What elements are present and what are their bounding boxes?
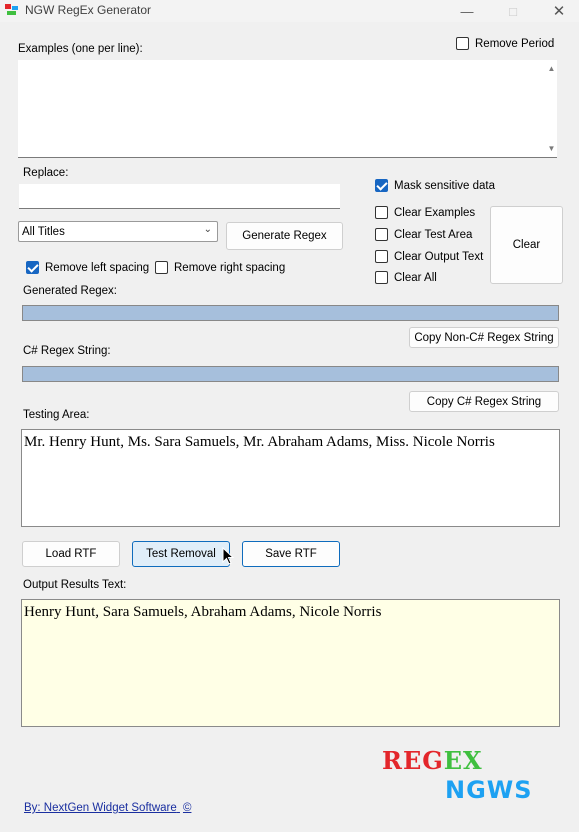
clear-button[interactable]: Clear (490, 206, 563, 284)
copy-non-csharp-regex-button[interactable]: Copy Non-C# Regex String (409, 327, 559, 348)
remove-left-spacing-box[interactable] (26, 261, 39, 274)
mask-sensitive-box[interactable] (375, 179, 388, 192)
load-rtf-button[interactable]: Load RTF (22, 541, 120, 567)
clear-all-box[interactable] (375, 271, 388, 284)
generated-regex-label: Generated Regex: (23, 285, 117, 297)
maximize-icon[interactable]: □ (490, 0, 536, 22)
examples-label: Examples (one per line): (18, 43, 143, 55)
logo-reg-text: REG (382, 746, 444, 775)
output-results-textbox[interactable]: Henry Hunt, Sara Samuels, Abraham Adams,… (21, 599, 560, 727)
window-title: NGW RegEx Generator (25, 3, 152, 17)
remove-period-checkbox[interactable]: Remove Period (456, 37, 554, 50)
remove-period-label: Remove Period (475, 37, 555, 50)
regex-logo: REGEX (382, 746, 483, 775)
ngws-logo: NGWS (445, 776, 533, 804)
output-results-label: Output Results Text: (23, 579, 127, 591)
clear-examples-label: Clear Examples (394, 206, 476, 219)
csharp-regex-label: C# Regex String: (23, 345, 111, 357)
scroll-up-icon[interactable]: ▲ (546, 64, 557, 73)
scroll-down-icon[interactable]: ▼ (546, 144, 557, 153)
clear-output-text-box[interactable] (375, 250, 388, 263)
mask-sensitive-checkbox[interactable]: Mask sensitive data (375, 179, 495, 192)
logo-ngws-text: NGWS (445, 776, 533, 804)
footer-link-text[interactable]: By: NextGen Widget Software (24, 802, 177, 814)
mouse-cursor-icon (222, 547, 234, 565)
replace-input[interactable] (19, 184, 340, 209)
app-icon (5, 4, 18, 15)
logo-ex-text: EX (443, 746, 483, 775)
titles-dropdown-value: All Titles (22, 225, 65, 238)
generate-regex-button[interactable]: Generate Regex (226, 222, 343, 250)
clear-all-label: Clear All (394, 271, 437, 284)
remove-period-box[interactable] (456, 37, 469, 50)
generated-regex-field[interactable] (22, 305, 559, 321)
testing-area-label: Testing Area: (23, 409, 90, 421)
mask-sensitive-label: Mask sensitive data (394, 179, 495, 192)
save-rtf-button[interactable]: Save RTF (242, 541, 340, 567)
close-icon[interactable]: ✕ (536, 0, 579, 22)
copy-csharp-regex-button[interactable]: Copy C# Regex String (409, 391, 559, 412)
clear-output-text-label: Clear Output Text (394, 250, 484, 263)
clear-test-area-label: Clear Test Area (394, 228, 473, 241)
titles-dropdown[interactable]: All Titles ⌄ (18, 221, 218, 242)
clear-all-checkbox[interactable]: Clear All (375, 271, 437, 284)
clear-output-text-checkbox[interactable]: Clear Output Text (375, 250, 483, 263)
minimize-icon[interactable]: — (444, 0, 490, 22)
replace-label: Replace: (23, 167, 69, 179)
chevron-down-icon[interactable]: ⌄ (204, 224, 212, 235)
clear-examples-checkbox[interactable]: Clear Examples (375, 206, 475, 219)
testing-area-textbox[interactable]: Mr. Henry Hunt, Ms. Sara Samuels, Mr. Ab… (21, 429, 560, 527)
footer-link[interactable]: By: NextGen Widget Software © (24, 802, 191, 814)
test-removal-button[interactable]: Test Removal (132, 541, 230, 567)
clear-examples-box[interactable] (375, 206, 388, 219)
clear-test-area-box[interactable] (375, 228, 388, 241)
remove-right-spacing-checkbox[interactable]: Remove right spacing (155, 261, 285, 274)
examples-textarea[interactable]: ▲ ▼ (18, 60, 557, 158)
clear-test-area-checkbox[interactable]: Clear Test Area (375, 228, 472, 241)
remove-right-spacing-box[interactable] (155, 261, 168, 274)
csharp-regex-field[interactable] (22, 366, 559, 382)
remove-left-spacing-label: Remove left spacing (45, 261, 150, 274)
copyright-icon: © (182, 802, 192, 814)
remove-right-spacing-label: Remove right spacing (174, 261, 286, 274)
remove-left-spacing-checkbox[interactable]: Remove left spacing (26, 261, 149, 274)
